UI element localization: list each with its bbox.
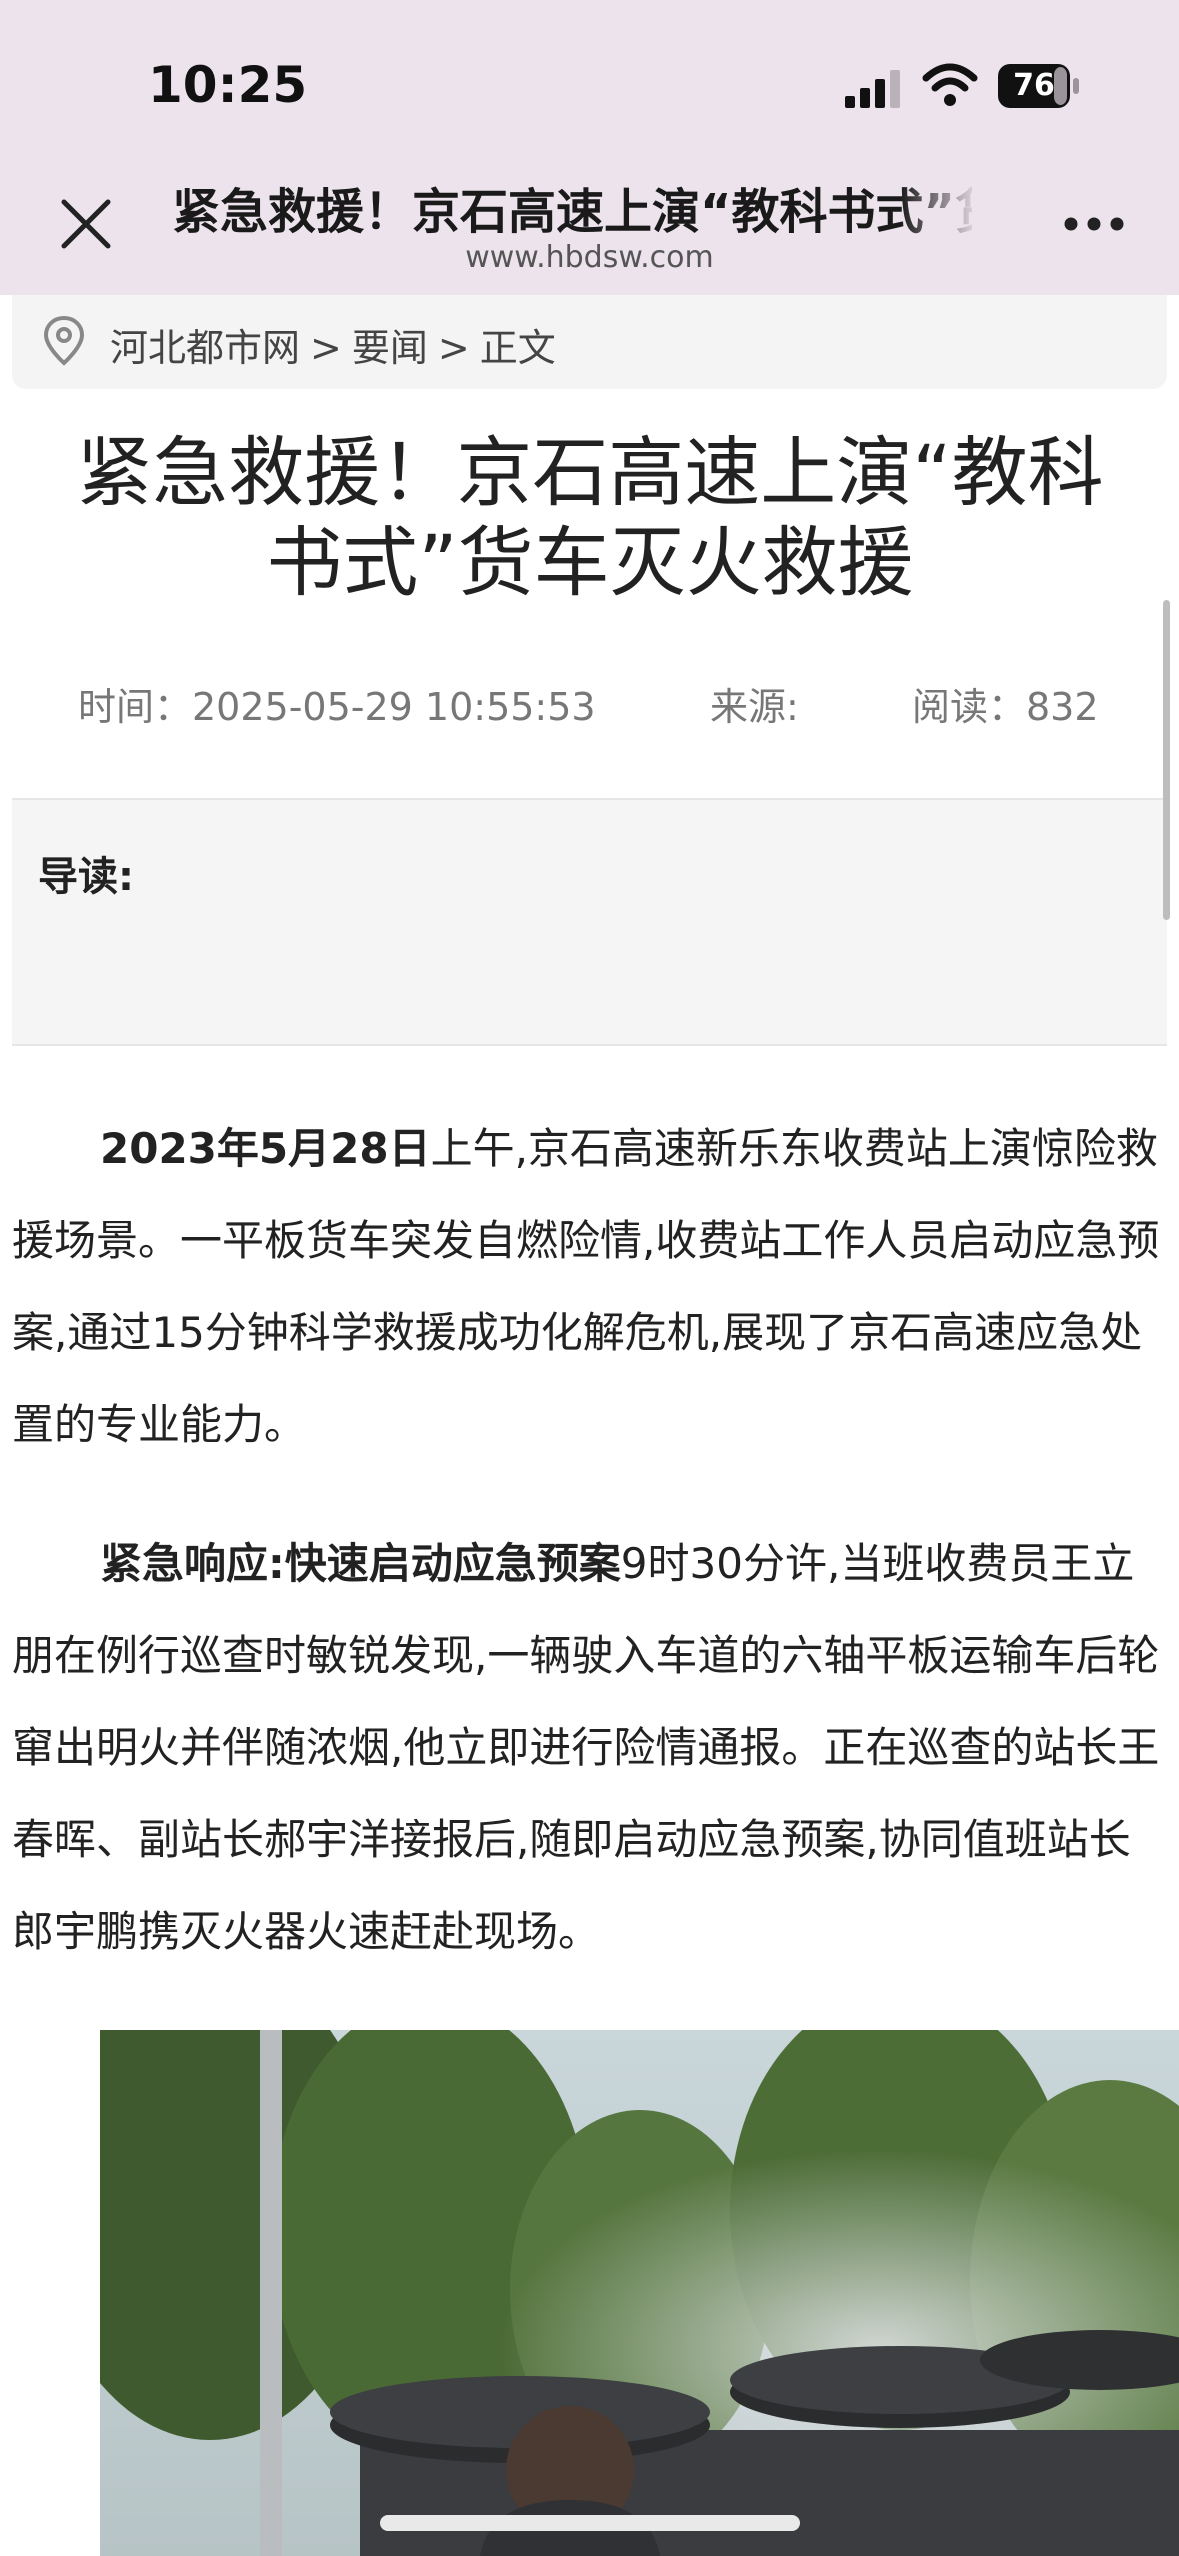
summary-box: 导读:	[12, 798, 1167, 1046]
page-title: 紧急救援！京石高速上演“教科书式”货车灭火救援	[172, 184, 972, 240]
article-photo	[100, 2030, 1179, 2556]
cellular-signal-icon	[845, 70, 900, 108]
breadcrumb-news-link[interactable]: 要闻	[352, 326, 428, 370]
headline-line-1: 紧急救援！京石高速上演“教科	[76, 428, 1104, 517]
home-indicator[interactable]	[380, 2515, 800, 2531]
breadcrumb-current: 正文	[479, 326, 556, 370]
breadcrumb-separator: >	[310, 326, 342, 370]
browser-header: 10:25 76 紧急救援！京石高速上演“教科书式”货车灭火救援 www.hbd…	[0, 0, 1179, 295]
breadcrumb-trail: 河北都市网 > 要闻 > 正文	[110, 317, 566, 372]
article-source: 来源:	[710, 685, 799, 729]
page-domain: www.hbdsw.com	[465, 240, 714, 275]
read-count: 阅读：832	[912, 685, 1099, 729]
page: 10:25 76 紧急救援！京石高速上演“教科书式”货车灭火救援 www.hbd…	[0, 0, 1179, 2556]
more-icon[interactable]	[1063, 216, 1125, 232]
breadcrumb: 河北都市网 > 要闻 > 正文	[12, 295, 1167, 389]
article-headline: 紧急救援！京石高速上演“教科 书式”货车灭火救援	[20, 428, 1160, 608]
article-paragraph-1: 2023年5月28日上午,京石高速新乐东收费站上演惊险救援场景。一平板货车突发自…	[12, 1103, 1162, 1471]
title-fade	[900, 172, 980, 242]
breadcrumb-home-link[interactable]: 河北都市网	[110, 326, 300, 370]
location-pin-icon	[43, 315, 85, 366]
publish-time: 时间：2025-05-29 10:55:53	[78, 685, 596, 729]
summary-label: 导读:	[38, 854, 134, 900]
wifi-icon	[922, 63, 978, 106]
status-time: 10:25	[148, 56, 308, 114]
paragraph-2-lead: 紧急响应:快速启动应急预案	[100, 1539, 621, 1588]
article-paragraph-2: 紧急响应:快速启动应急预案9时30分许,当班收费员王立朋在例行巡查时敏锐发现,一…	[12, 1518, 1162, 1978]
breadcrumb-separator: >	[437, 326, 470, 370]
headline-line-2: 书式”货车灭火救援	[266, 518, 914, 607]
paragraph-2-text: 9时30分许,当班收费员王立朋在例行巡查时敏锐发现,一辆驶入车道的六轴平板运输车…	[12, 1539, 1160, 1956]
scrollbar[interactable]	[1163, 600, 1170, 920]
paragraph-1-lead: 2023年5月28日	[100, 1124, 431, 1173]
battery-level: 76	[1013, 68, 1055, 103]
